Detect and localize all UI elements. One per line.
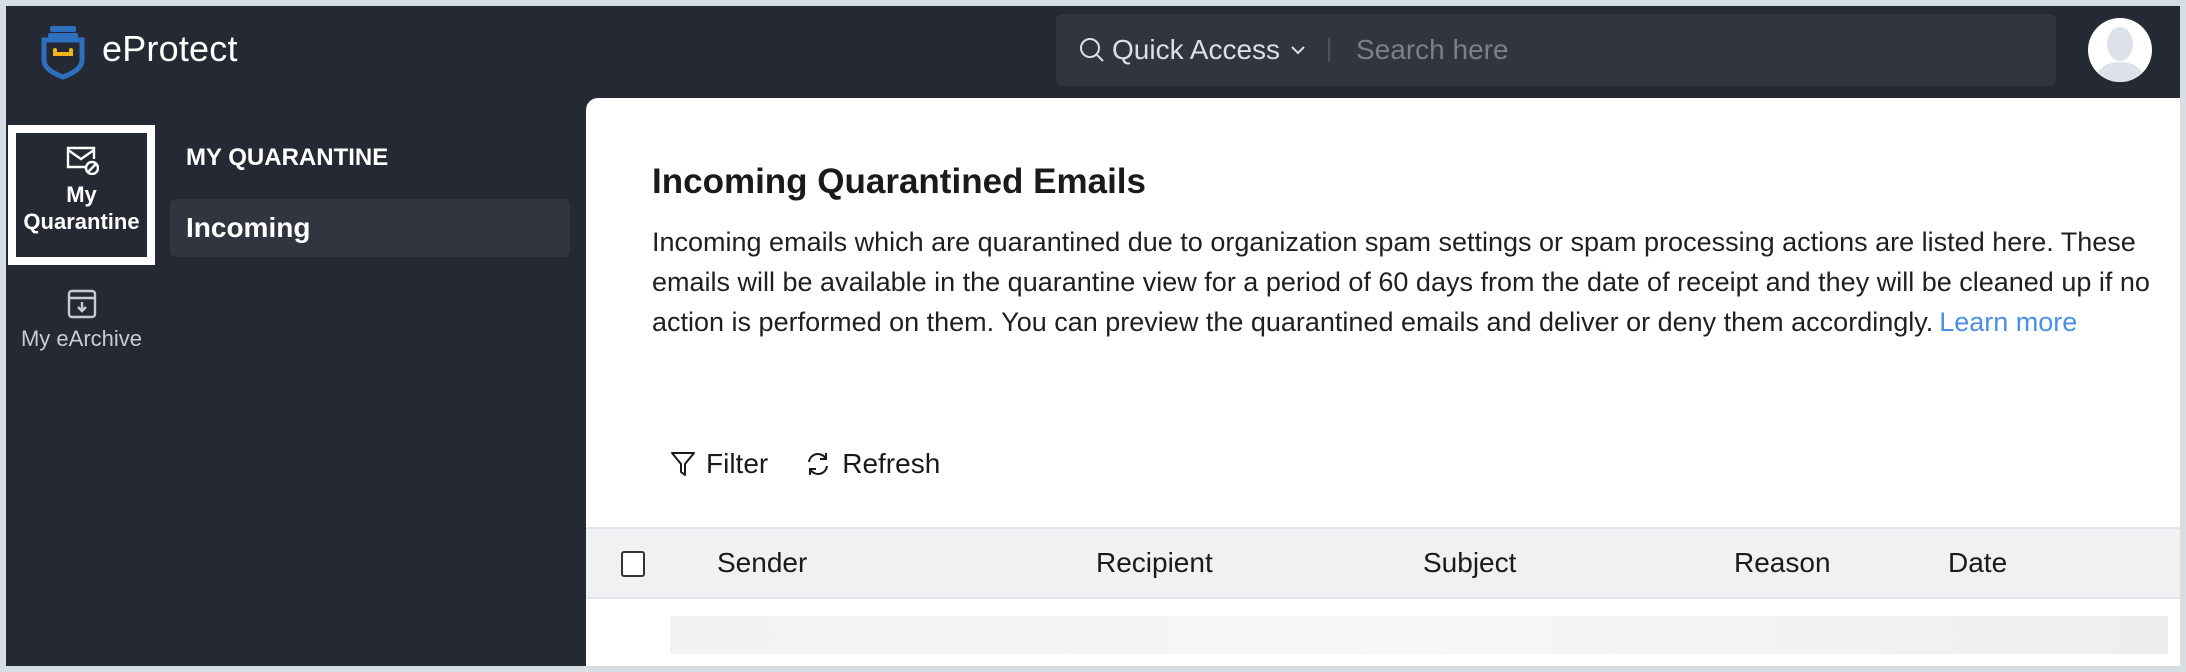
app-rail: My Quarantine My eArchive [6,98,156,666]
divider [1328,38,1330,62]
brand-name: eProtect [102,28,238,69]
eprotect-logo-icon [41,26,85,80]
rail-label: Quarantine [23,209,140,234]
refresh-label: Refresh [842,448,941,479]
refresh-button[interactable]: Refresh [804,448,940,480]
secondary-nav: MY QUARANTINE Incoming [156,98,586,666]
subnav-item-incoming[interactable]: Incoming [170,199,570,257]
user-silhouette-icon [2094,27,2146,82]
top-header: eProtect Quick Access [6,6,2180,98]
description-text: Incoming emails which are quarantined du… [652,227,2150,337]
chevron-down-icon [1291,46,1305,55]
column-header-subject[interactable]: Subject [1423,529,1516,597]
rail-label: My [66,182,97,207]
search-bar: Quick Access [1056,14,2056,86]
loading-skeleton-row [670,616,2168,654]
quick-access-label: Quick Access [1112,34,1281,65]
table-header: Sender Recipient Subject Reason Date [586,527,2180,599]
app-window: eProtect Quick Access My [6,6,2180,666]
subnav-title: MY QUARANTINE [186,144,389,171]
refresh-icon [808,453,829,475]
search-icon [1080,38,1104,62]
mail-blocked-icon [66,146,99,175]
filter-icon [671,452,695,476]
select-all-checkbox[interactable] [621,551,645,577]
rail-item-my-quarantine[interactable]: My Quarantine [8,125,155,265]
filter-button[interactable]: Filter [670,448,768,480]
main-panel: Incoming Quarantined Emails Incoming ema… [586,98,2180,666]
user-avatar[interactable] [2088,18,2152,82]
search-input[interactable] [1356,24,2036,76]
learn-more-link[interactable]: Learn more [1939,307,2077,337]
rail-item-my-earchive[interactable]: My eArchive [8,288,155,368]
rail-label: My eArchive [20,326,143,351]
column-header-recipient[interactable]: Recipient [1096,529,1213,597]
column-header-date[interactable]: Date [1948,529,2007,597]
archive-download-icon [67,289,96,319]
column-header-sender[interactable]: Sender [717,529,807,597]
toolbar: Filter Refresh [670,448,940,480]
column-header-reason[interactable]: Reason [1734,529,1831,597]
page-description: Incoming emails which are quarantined du… [652,222,2152,342]
quick-access-dropdown[interactable]: Quick Access [1078,14,1312,86]
page-title: Incoming Quarantined Emails [652,162,1146,201]
filter-label: Filter [706,448,769,479]
